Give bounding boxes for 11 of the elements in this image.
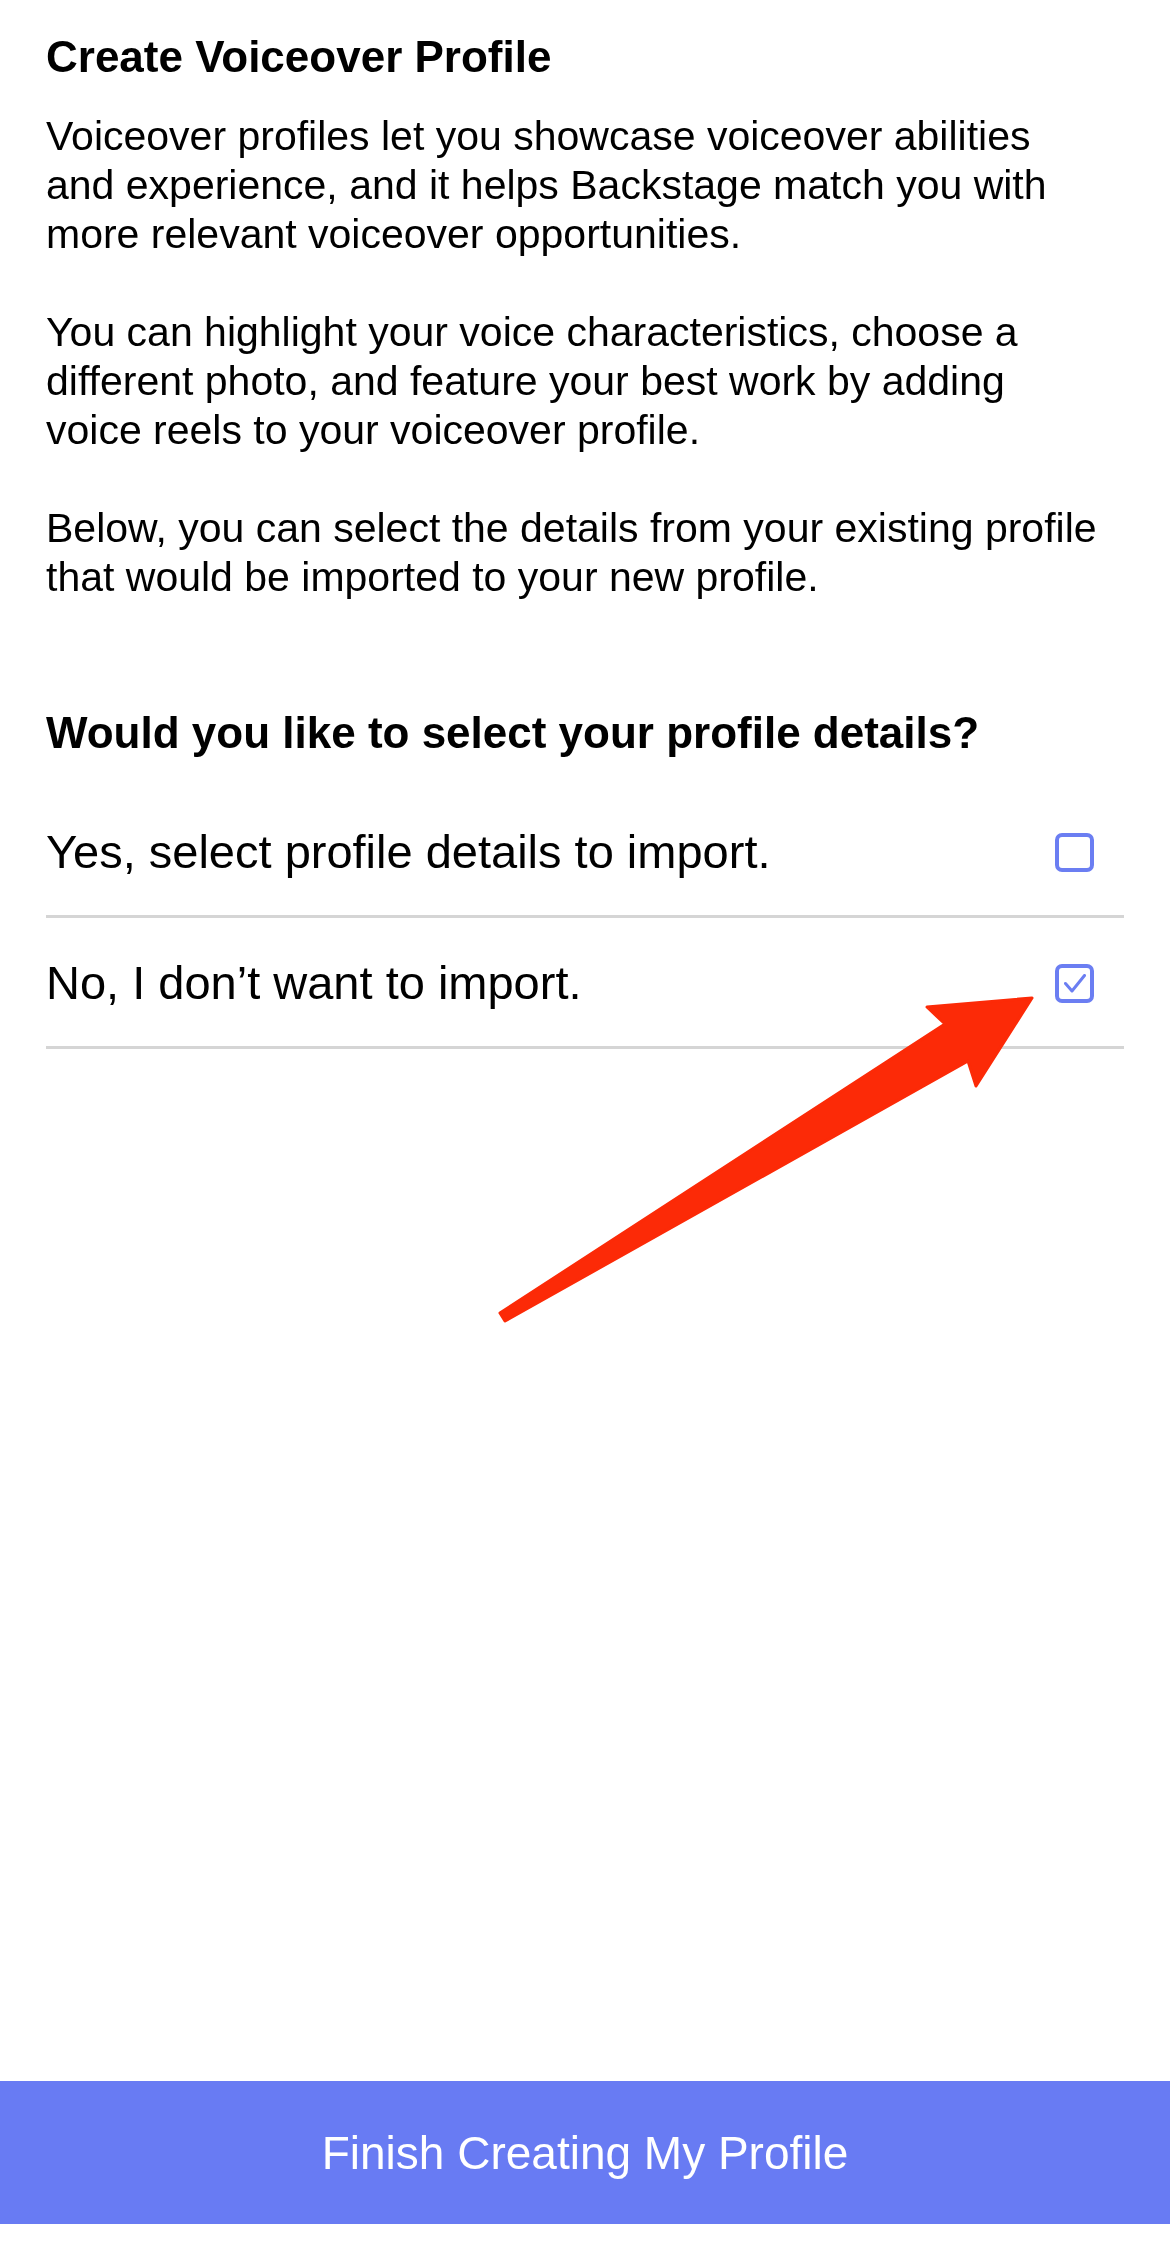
intro-paragraph: Below, you can select the details from your existing profile that would be imported to your new profile.	[46, 504, 1098, 602]
finish-button[interactable]: Finish Creating My Profile	[0, 2081, 1170, 2224]
intro-paragraph: Voiceover profiles let you showcase voiceover abilities and experience, and it helps Backstage match you with more relevant voiceover opportunities.	[46, 112, 1048, 259]
check-icon	[1063, 973, 1086, 993]
intro-paragraph: You can highlight your voice characteristics, choose a different photo, and feature your best work by adding voice reels to your voiceover profile.	[46, 308, 1019, 455]
page-title: Create Voiceover Profile	[46, 31, 553, 83]
option-label[interactable]: Yes, select profile details to import.	[46, 824, 771, 880]
checkbox[interactable]	[1055, 832, 1094, 872]
option-label[interactable]: No, I don’t want to import.	[46, 955, 582, 1011]
checkbox[interactable]	[1055, 963, 1094, 1003]
question-heading: Would you like to select your profile details?	[46, 707, 981, 759]
